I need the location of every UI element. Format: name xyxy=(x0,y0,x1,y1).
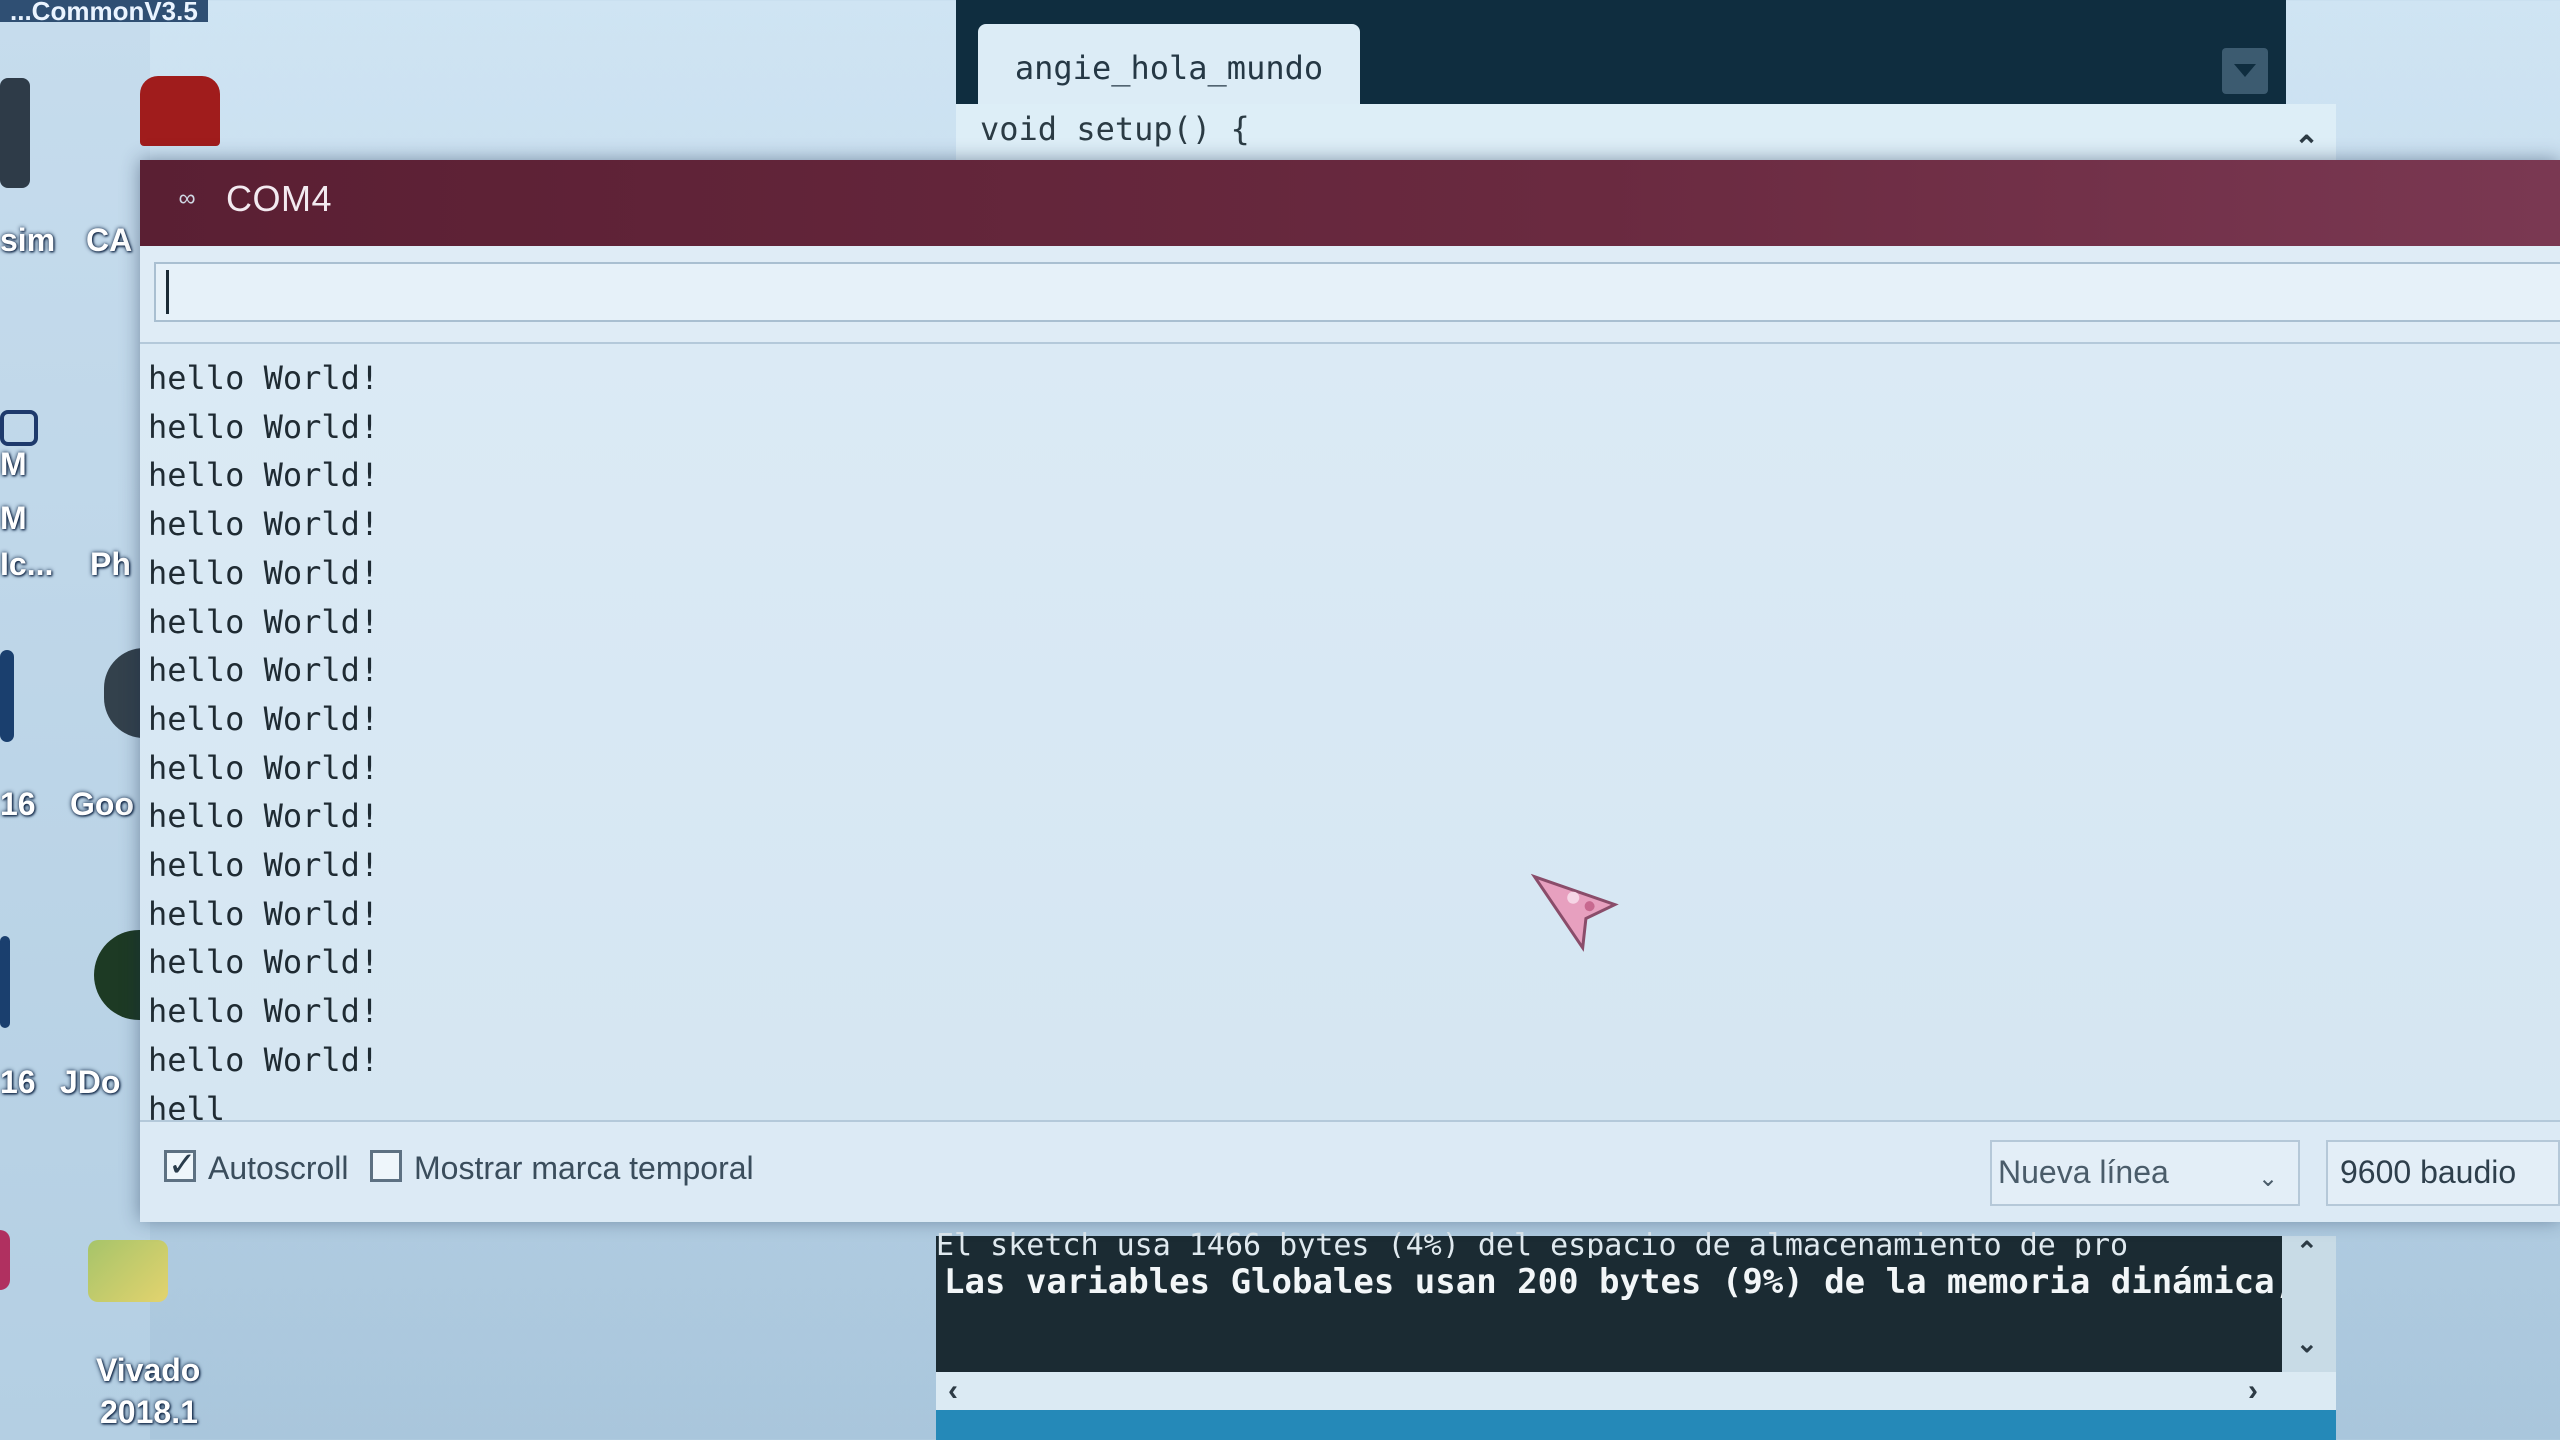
text-caret xyxy=(166,270,169,314)
desktop-app-icon[interactable] xyxy=(0,1230,10,1290)
line-ending-value: Nueva línea xyxy=(1998,1154,2169,1190)
desktop-icon-label[interactable]: M xyxy=(0,500,27,537)
desktop-icon-label[interactable]: 16 xyxy=(0,1064,36,1101)
chevron-left-icon[interactable]: ‹ xyxy=(948,1374,958,1408)
horizontal-scrollbar[interactable]: ‹ › xyxy=(936,1372,2336,1410)
desktop-icon-label[interactable]: CA xyxy=(86,222,132,259)
desktop-icon-label[interactable]: 2018.1 xyxy=(100,1394,198,1431)
desktop-icon-label[interactable]: Ic... xyxy=(0,546,53,583)
window-title: COM4 xyxy=(226,178,333,219)
autoscroll-label[interactable]: Autoscroll xyxy=(208,1150,349,1187)
titlebar[interactable]: ∞ COM4 xyxy=(140,160,2560,246)
timestamp-checkbox[interactable] xyxy=(370,1150,402,1182)
desktop-app-icon[interactable] xyxy=(140,76,220,146)
serial-monitor-window: ∞ COM4 hello World! hello World! hello W… xyxy=(140,160,2560,1222)
autoscroll-checkbox[interactable] xyxy=(164,1145,197,1185)
tab-menu-button[interactable] xyxy=(2222,48,2268,94)
chevron-down-icon[interactable]: ⌄ xyxy=(2258,1164,2278,1193)
desktop-app-icon[interactable] xyxy=(0,936,10,1028)
desktop-app-icon[interactable] xyxy=(0,410,38,446)
baud-rate-value: 9600 baudio xyxy=(2340,1154,2517,1190)
output-text: hello World! hello World! hello World! h… xyxy=(148,359,380,1128)
console-scrollbar[interactable]: ⌃ ⌄ xyxy=(2282,1236,2336,1372)
timestamp-label[interactable]: Mostrar marca temporal xyxy=(414,1150,754,1187)
send-input[interactable] xyxy=(154,262,2560,322)
tab-sketch[interactable]: angie_hola_mundo xyxy=(978,24,1360,104)
desktop-app-icon[interactable] xyxy=(0,78,30,188)
desktop-icon-label[interactable]: JDo xyxy=(60,1064,120,1101)
serial-output[interactable]: hello World! hello World! hello World! h… xyxy=(140,342,2560,1128)
desktop-icon-label[interactable]: sim xyxy=(0,222,55,259)
desktop-icon-label[interactable]: M xyxy=(0,446,27,483)
console-line: Las variables Globales usan 200 bytes (9… xyxy=(944,1262,2296,1302)
code-line: void setup() { xyxy=(980,110,1250,148)
chevron-down-icon[interactable]: ⌄ xyxy=(2296,1328,2318,1359)
desktop-icon-label[interactable]: Vivado xyxy=(96,1352,200,1389)
status-bar xyxy=(936,1410,2336,1440)
vivado-icon[interactable] xyxy=(88,1240,168,1302)
desktop-top-label: ...CommonV3.5 xyxy=(0,0,208,24)
chevron-right-icon[interactable]: › xyxy=(2248,1374,2258,1408)
desktop-icon-label[interactable]: Ph xyxy=(90,546,131,583)
chevron-up-icon[interactable]: ⌃ xyxy=(2296,1236,2318,1267)
arduino-infinity-icon: ∞ xyxy=(178,185,196,212)
desktop-app-icon[interactable] xyxy=(0,650,14,742)
desktop-icon-label[interactable]: 16 xyxy=(0,786,36,823)
console-partial-line: El sketch usa 1466 bytes (4%) del espaci… xyxy=(936,1228,2129,1258)
desktop-icon-label[interactable]: Goo xyxy=(70,786,134,823)
